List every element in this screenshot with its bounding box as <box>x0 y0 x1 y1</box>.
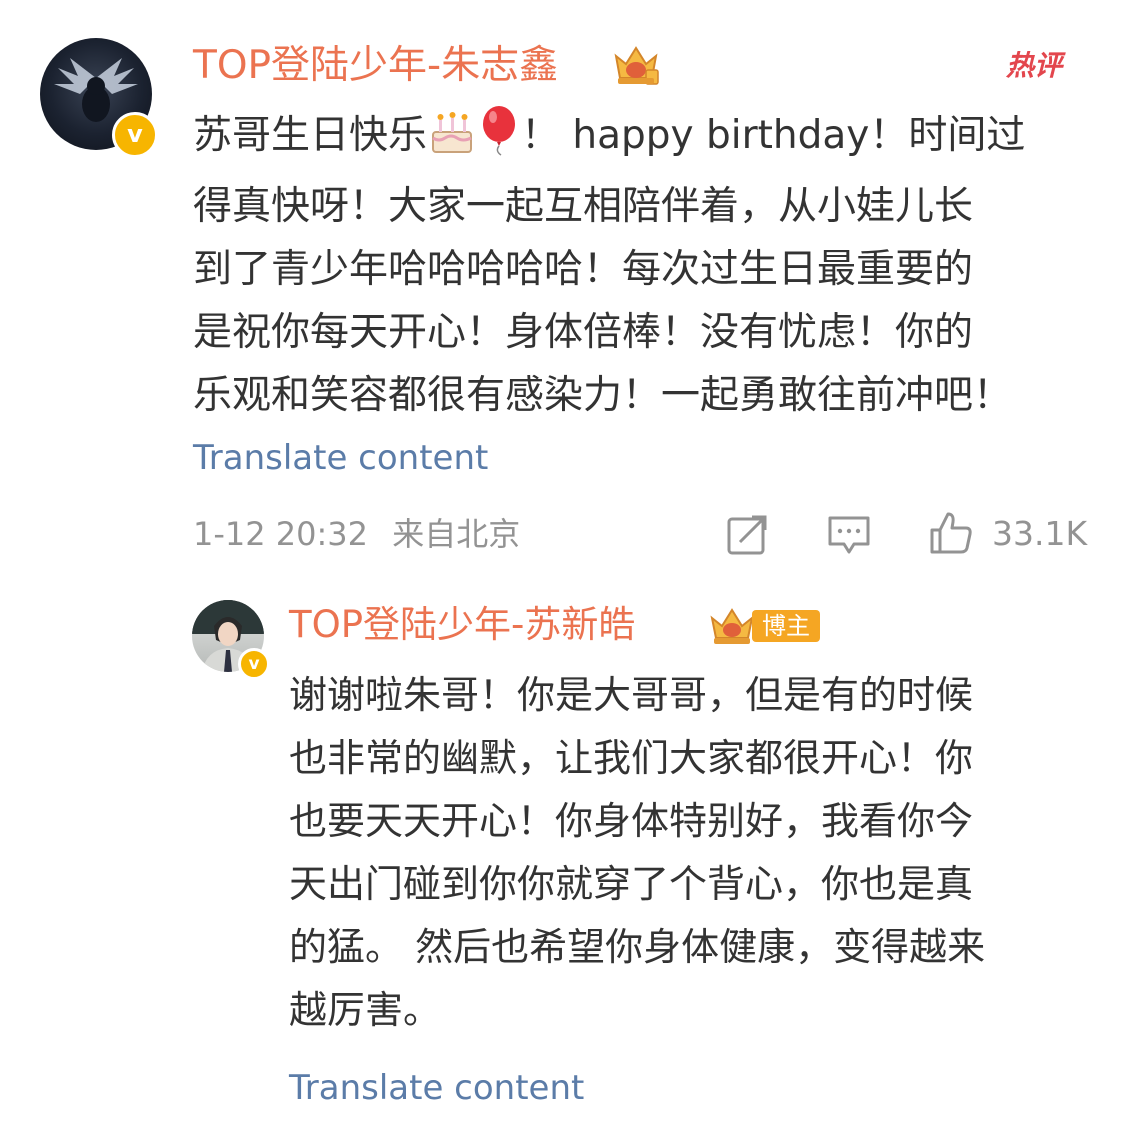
reply-text: 谢谢啦朱哥！你是大哥哥，但是有的时候 也非常的幽默，让我们大家都很开心！你 也要… <box>289 664 985 1042</box>
comment-text-line: 得真快呀！大家一起互相陪伴着，从小娃儿长 <box>193 184 974 229</box>
reply-text-line: 天出门碰到你你就穿了个背心，你也是真 <box>289 862 974 906</box>
repost-icon[interactable] <box>724 512 770 558</box>
comment-meta: 1-12 20:32 来自北京 <box>193 512 520 556</box>
comment-text: 苏哥生日快乐 ！ happy birthday！时间过 得真快呀！大家一起互相陪… <box>193 104 1025 427</box>
balloon-emoji <box>477 104 521 175</box>
hot-comment-badge: 热评 <box>1006 49 1063 82</box>
translate-content-link[interactable]: Translate content <box>289 1066 584 1110</box>
comment-text-line: 是祝你每天开心！身体倍棒！没有忧虑！你的 <box>193 310 974 355</box>
reply-text-line: 谢谢啦朱哥！你是大哥哥，但是有的时候 <box>289 673 974 717</box>
like-count: 33.1K <box>992 514 1088 553</box>
reply-text-line: 也非常的幽默，让我们大家都很开心！你 <box>289 736 974 780</box>
comment-location: 来自北京 <box>392 515 521 553</box>
comment-text-line: 乐观和笑容都很有感染力！一起勇敢往前冲吧！ <box>193 373 1013 418</box>
reply-text-line: 的猛。 然后也希望你身体健康，变得越来 <box>289 925 986 969</box>
comment-text-line: 苏哥生日快乐 <box>193 113 428 158</box>
reply-text-line: 也要天天开心！你身体特别好，我看你今 <box>289 799 974 843</box>
crown-badge-icon <box>706 604 758 648</box>
comment-timestamp: 1-12 20:32 <box>193 515 369 553</box>
blogger-tag: 博主 <box>752 610 820 642</box>
replier-username[interactable]: TOP登陆少年-苏新皓 <box>289 600 635 650</box>
crown-badge-icon <box>610 42 662 88</box>
birthday-cake-emoji <box>427 110 477 175</box>
reply-text-line: 越厉害。 <box>289 988 442 1032</box>
verified-v-icon: v <box>112 112 158 158</box>
like-icon[interactable] <box>928 510 974 556</box>
translate-content-link[interactable]: Translate content <box>193 436 488 480</box>
commenter-username[interactable]: TOP登陆少年-朱志鑫 <box>193 40 558 92</box>
verified-v-icon: v <box>238 648 270 680</box>
comment-text-line: ！ happy birthday！时间过 <box>521 113 1026 158</box>
comment-text-line: 到了青少年哈哈哈哈哈！每次过生日最重要的 <box>193 247 974 292</box>
comment-icon[interactable] <box>826 512 872 558</box>
